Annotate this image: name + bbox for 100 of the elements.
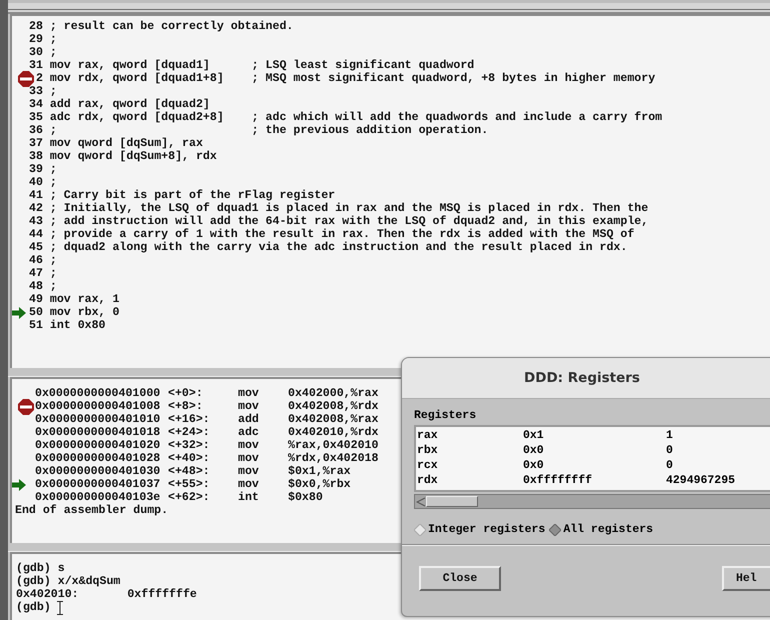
dialog-button[interactable]: Hel — [722, 566, 770, 590]
code-line: ; — [50, 46, 57, 59]
operands-text: $0x80 — [288, 491, 323, 504]
radio-diamond-icon[interactable] — [549, 524, 562, 536]
address-text: 0x000000000040103e — [35, 491, 162, 504]
registers-label: Registers — [414, 409, 478, 423]
code-line: mov rax, qword [dquad1] ; LSQ least significant quadword — [50, 59, 474, 72]
mnemonic-text: int — [238, 491, 260, 504]
radio-option[interactable]: All registers — [549, 523, 654, 536]
code-line: mov rbx, 0 — [50, 306, 120, 319]
console-line: (gdb) s — [16, 562, 65, 575]
line-number: 34 — [29, 98, 43, 111]
code-line: ; ; the previous addition operation. — [50, 124, 488, 137]
code-line: ; — [50, 176, 57, 189]
stop-sign-icon[interactable] — [18, 399, 34, 415]
line-number: 47 — [29, 267, 43, 280]
line-number: 2 — [34, 72, 43, 85]
operands-text: 0x402010,%rdx — [288, 426, 378, 439]
address-text: 0x0000000000401020 — [35, 439, 162, 452]
offset-text: <+32>: — [168, 439, 211, 452]
register-name: rbx — [417, 443, 439, 458]
register-hex: 0x1 — [523, 428, 545, 443]
operands-text: 0x402008,%rax — [288, 413, 378, 426]
offset-text: <+8>: — [168, 400, 204, 413]
address-text: 0x0000000000401018 — [35, 426, 162, 439]
code-line: mov rax, 1 — [50, 293, 120, 306]
register-hex: 0xffffffff — [523, 473, 594, 488]
line-number: 50 — [29, 306, 43, 319]
radio-diamond-icon[interactable] — [414, 524, 426, 536]
operands-text: %rdx,0x402018 — [288, 452, 378, 465]
address-text: 0x0000000000401008 — [35, 400, 162, 413]
code-line: ; provide a carry of 1 with the result in rax. Then the rdx is added with the MSQ of — [50, 228, 634, 241]
code-line: ; — [50, 267, 57, 280]
address-text: 0x0000000000401028 — [35, 452, 162, 465]
register-value: 0 — [666, 458, 673, 473]
code-line: ; add instruction will add the 64-bit rax with the LSQ of dquad2 and, in this example, — [50, 215, 648, 228]
code-line: mov qword [dqSum+8], rdx — [50, 150, 217, 163]
register-hex: 0x0 — [523, 458, 545, 473]
line-number: 49 — [29, 293, 43, 306]
register-value: 0 — [666, 443, 673, 458]
dialog-button[interactable]: Close — [419, 566, 501, 590]
text-cursor-icon — [56, 600, 63, 614]
code-line: mov rdx, qword [dquad1+8] ; MSQ most significant quadword, +8 bytes in higher memory — [50, 72, 656, 85]
console-line: (gdb) x/x&dqSum — [16, 575, 120, 588]
line-number: 37 — [29, 137, 43, 150]
register-value: 4294967295 — [666, 473, 736, 488]
line-number: 46 — [29, 254, 43, 267]
operands-text: 0x402008,%rdx — [288, 400, 378, 413]
mnemonic-text: mov — [238, 465, 260, 478]
line-number: 30 — [29, 46, 43, 59]
dump-footer: End of assembler dump. — [15, 504, 168, 517]
line-number: 41 — [29, 189, 43, 202]
mnemonic-text: mov — [238, 387, 260, 400]
register-hex: 0x0 — [523, 443, 545, 458]
offset-text: <+24>: — [168, 426, 211, 439]
address-text: 0x0000000000401010 — [35, 413, 162, 426]
dialog-title: DDD: Registers — [524, 370, 640, 386]
scrollbar-thumb[interactable] — [426, 496, 478, 507]
address-text: 0x0000000000401037 — [35, 478, 162, 491]
line-number: 43 — [29, 215, 43, 228]
operands-text: $0x0,%rbx — [288, 478, 351, 491]
code-line: int 0x80 — [50, 319, 106, 332]
code-line: ; — [50, 163, 57, 176]
code-line: ; dquad2 along with the carry via the adc instruction and the result placed in rdx. — [50, 241, 628, 254]
operands-text: $0x1,%rax — [288, 465, 351, 478]
horizontal-scrollbar[interactable] — [414, 494, 770, 509]
code-line: ; Initially, the LSQ of dquad1 is placed in rax and the MSQ is placed in rdx. Then the — [50, 202, 648, 215]
register-name: rax — [417, 428, 439, 443]
offset-text: <+16>: — [168, 413, 211, 426]
address-text: 0x0000000000401000 — [35, 387, 162, 400]
code-line: ; — [50, 254, 57, 267]
offset-text: <+40>: — [168, 452, 211, 465]
line-number: 31 — [29, 59, 43, 72]
mnemonic-text: mov — [238, 400, 260, 413]
address-text: 0x0000000000401030 — [35, 465, 162, 478]
offset-text: <+55>: — [168, 478, 211, 491]
line-number: 29 — [29, 33, 43, 46]
line-number: 45 — [29, 241, 43, 254]
code-line: add rax, qword [dquad2] — [50, 98, 210, 111]
mnemonic-text: mov — [238, 478, 260, 491]
line-number: 51 — [29, 319, 43, 332]
line-number: 44 — [29, 228, 43, 241]
offset-text: <+62>: — [168, 491, 211, 504]
console-line: 0x402010: 0xfffffffe — [16, 588, 197, 601]
line-number: 38 — [29, 150, 43, 163]
line-number: 40 — [29, 176, 43, 189]
code-line: ; result can be correctly obtained. — [50, 20, 294, 33]
radio-option[interactable]: Integer registers — [414, 523, 546, 536]
line-number: 28 — [29, 20, 43, 33]
mnemonic-text: mov — [238, 452, 260, 465]
operands-text: %rax,0x402010 — [288, 439, 378, 452]
line-number: 48 — [29, 280, 43, 293]
console-prompt: (gdb) — [16, 601, 51, 614]
line-number: 33 — [29, 85, 43, 98]
register-value: 1 — [666, 428, 673, 443]
arrow-icon — [12, 307, 26, 319]
stop-sign-icon[interactable] — [18, 71, 34, 87]
operands-text: 0x402000,%rax — [288, 387, 378, 400]
mnemonic-text: add — [238, 413, 260, 426]
mnemonic-text: adc — [238, 426, 260, 439]
